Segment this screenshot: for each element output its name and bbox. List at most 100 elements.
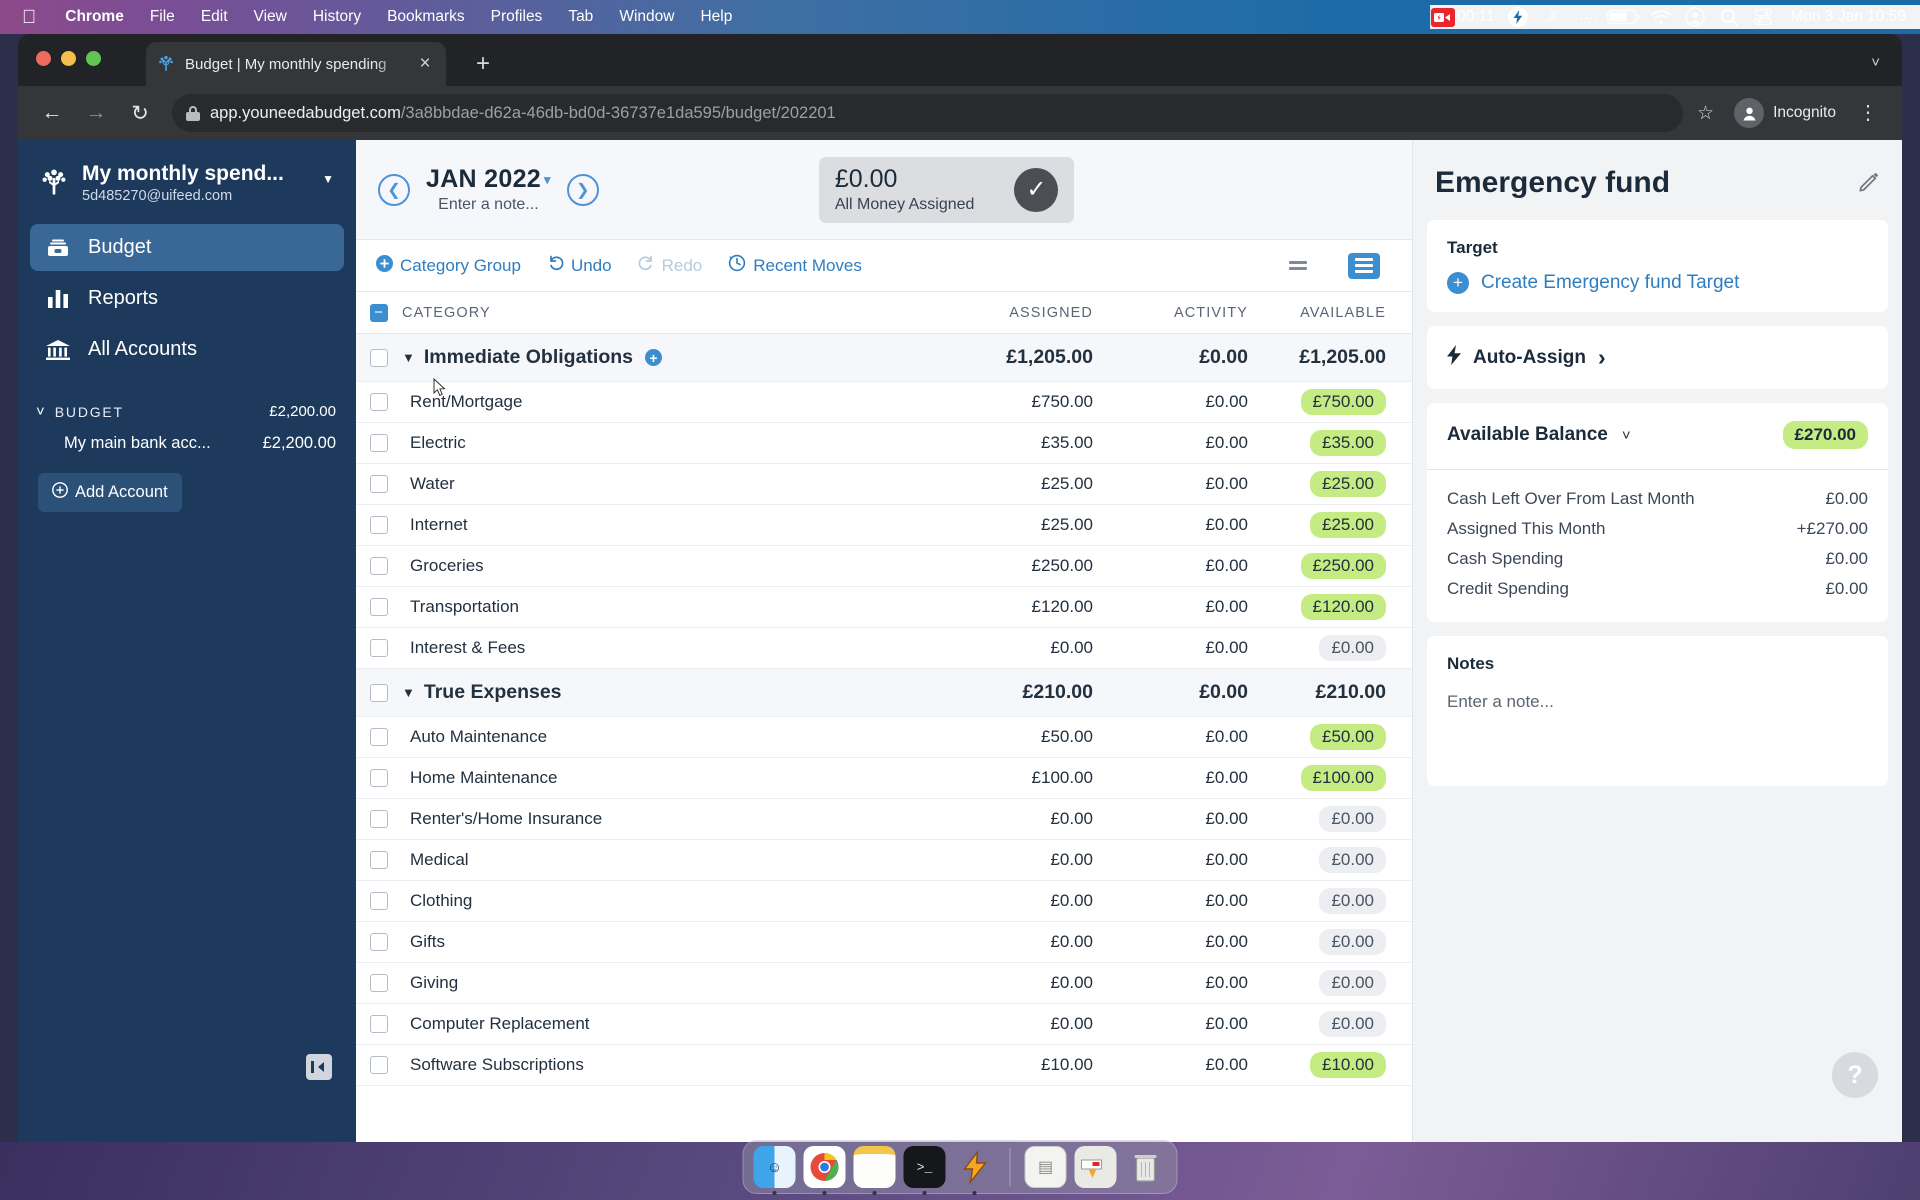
row-checkbox[interactable] [356, 639, 402, 657]
recent-moves-button[interactable]: Recent Moves [728, 254, 862, 277]
add-category-group-button[interactable]: Category Group [376, 254, 521, 277]
available-cell[interactable]: £0.00 [1262, 929, 1412, 955]
assigned-cell[interactable]: £0.00 [952, 973, 1107, 993]
available-pill[interactable]: £750.00 [1300, 389, 1386, 415]
available-pill[interactable]: £10.00 [1310, 1052, 1386, 1078]
activity-cell[interactable]: £0.00 [1107, 1055, 1262, 1075]
chrome-menu-icon[interactable]: ⋮ [1848, 103, 1888, 123]
assigned-cell[interactable]: £50.00 [952, 727, 1107, 747]
undo-button[interactable]: Undo [547, 255, 612, 276]
table-row[interactable]: Water £25.00 £0.00 £25.00 [356, 464, 1412, 505]
assigned-cell[interactable]: £750.00 [952, 392, 1107, 412]
category-name-cell[interactable]: Software Subscriptions [402, 1055, 952, 1075]
chevron-down-icon[interactable]: ▼ [322, 172, 340, 186]
available-cell[interactable]: £0.00 [1262, 806, 1412, 832]
activity-cell[interactable]: £0.00 [1107, 681, 1262, 704]
sidebar-account-row[interactable]: My main bank acc... £2,200.00 [18, 428, 356, 459]
available-pill[interactable]: £25.00 [1310, 471, 1386, 497]
available-cell[interactable]: £0.00 [1262, 635, 1412, 661]
row-checkbox[interactable] [356, 728, 402, 746]
keyboard-brightness-icon[interactable] [1569, 5, 1603, 29]
view-compact-icon[interactable] [1282, 253, 1314, 279]
wifi-icon[interactable] [1644, 5, 1678, 29]
menu-item-view[interactable]: View [241, 8, 300, 26]
table-row[interactable]: Groceries £250.00 £0.00 £250.00 [356, 546, 1412, 587]
chrome-icon[interactable] [803, 1146, 846, 1195]
table-row[interactable]: Home Maintenance £100.00 £0.00 £100.00 [356, 758, 1412, 799]
lightning-icon[interactable] [1501, 5, 1535, 29]
search-icon[interactable] [1712, 5, 1746, 29]
trash-icon[interactable] [1125, 1146, 1167, 1188]
assigned-cell[interactable]: £120.00 [952, 597, 1107, 617]
menu-item-tab[interactable]: Tab [555, 8, 606, 26]
available-cell[interactable]: £120.00 [1262, 594, 1412, 620]
category-name-cell[interactable]: Computer Replacement [402, 1014, 952, 1034]
category-name-cell[interactable]: Gifts [402, 932, 952, 952]
available-pill[interactable]: £35.00 [1310, 430, 1386, 456]
activity-cell[interactable]: £0.00 [1107, 809, 1262, 829]
auto-assign-card[interactable]: Auto-Assign › [1427, 326, 1888, 389]
assigned-cell[interactable]: £0.00 [952, 891, 1107, 911]
auto-assign-row[interactable]: Auto-Assign › [1447, 344, 1868, 371]
available-pill[interactable]: £0.00 [1319, 635, 1386, 661]
forward-button[interactable]: → [76, 93, 116, 133]
assigned-cell[interactable]: £25.00 [952, 515, 1107, 535]
row-checkbox[interactable] [356, 393, 402, 411]
category-name-cell[interactable]: Renter's/Home Insurance [402, 809, 952, 829]
available-balance-row[interactable]: Available Balance ˅ £270.00 [1447, 421, 1868, 453]
screenshot-icon[interactable] [1074, 1146, 1117, 1188]
current-month[interactable]: JAN 2022 ▾ [426, 165, 551, 194]
chevron-left-circle-icon[interactable]: ❮ [378, 173, 410, 206]
category-name-cell[interactable]: Transportation [402, 597, 952, 617]
available-cell[interactable]: £250.00 [1262, 553, 1412, 579]
available-pill[interactable]: £100.00 [1300, 765, 1386, 791]
sidebar-item-budget[interactable]: Budget [30, 224, 344, 271]
chevron-down-icon[interactable]: ˅ [1622, 427, 1631, 444]
row-checkbox[interactable] [356, 974, 402, 992]
back-button[interactable]: ← [32, 93, 72, 133]
month-selector[interactable]: JAN 2022 ▾ Enter a note... [426, 165, 551, 214]
table-row[interactable]: Software Subscriptions £10.00 £0.00 £10.00 [356, 1045, 1412, 1086]
chevron-down-icon[interactable]: ˅ [1871, 54, 1880, 71]
table-row[interactable]: Electric £35.00 £0.00 £35.00 [356, 423, 1412, 464]
available-cell[interactable]: £0.00 [1262, 970, 1412, 996]
available-cell[interactable]: £25.00 [1262, 512, 1412, 538]
lightning-app-icon[interactable] [954, 1146, 996, 1195]
available-cell[interactable]: £750.00 [1262, 389, 1412, 415]
row-checkbox[interactable] [356, 769, 402, 787]
category-name-cell[interactable]: Clothing [402, 891, 952, 911]
available-cell[interactable]: £0.00 [1262, 888, 1412, 914]
table-row[interactable]: Interest & Fees £0.00 £0.00 £0.00 [356, 628, 1412, 669]
column-header-activity[interactable]: ACTIVITY [1107, 305, 1262, 321]
available-pill[interactable]: £0.00 [1319, 847, 1386, 873]
help-button[interactable]: ? [1832, 1052, 1878, 1098]
table-row[interactable]: Renter's/Home Insurance £0.00 £0.00 £0.00 [356, 799, 1412, 840]
available-cell[interactable]: £35.00 [1262, 430, 1412, 456]
assigned-cell[interactable]: £210.00 [952, 681, 1107, 704]
select-all-checkbox[interactable]: − [356, 303, 402, 322]
activity-cell[interactable]: £0.00 [1107, 850, 1262, 870]
activity-cell[interactable]: £0.00 [1107, 768, 1262, 788]
chevron-down-icon[interactable]: ▼ [402, 350, 415, 365]
table-row[interactable]: Rent/Mortgage £750.00 £0.00 £750.00 [356, 382, 1412, 423]
row-checkbox[interactable] [356, 1015, 402, 1033]
table-row[interactable]: Auto Maintenance £50.00 £0.00 £50.00 [356, 717, 1412, 758]
bluetooth-off-icon[interactable] [1535, 5, 1569, 29]
add-account-button[interactable]: Add Account [38, 473, 182, 512]
sidebar-budget-section[interactable]: ˅ BUDGET £2,200.00 [18, 377, 356, 428]
available-cell[interactable]: £210.00 [1262, 681, 1412, 704]
activity-cell[interactable]: £0.00 [1107, 597, 1262, 617]
menu-item-edit[interactable]: Edit [188, 8, 241, 26]
row-checkbox[interactable] [356, 348, 402, 367]
activity-cell[interactable]: £0.00 [1107, 556, 1262, 576]
available-pill[interactable]: £250.00 [1300, 553, 1386, 579]
sidebar-item-reports[interactable]: Reports [30, 275, 344, 322]
bookmark-star-icon[interactable]: ☆ [1687, 102, 1724, 125]
row-checkbox[interactable] [356, 475, 402, 493]
activity-cell[interactable]: £0.00 [1107, 433, 1262, 453]
row-checkbox[interactable] [356, 1056, 402, 1074]
table-row[interactable]: Internet £25.00 £0.00 £25.00 [356, 505, 1412, 546]
notes-input[interactable]: Enter a note... [1447, 692, 1868, 712]
available-pill[interactable]: £0.00 [1319, 970, 1386, 996]
row-checkbox[interactable] [356, 434, 402, 452]
